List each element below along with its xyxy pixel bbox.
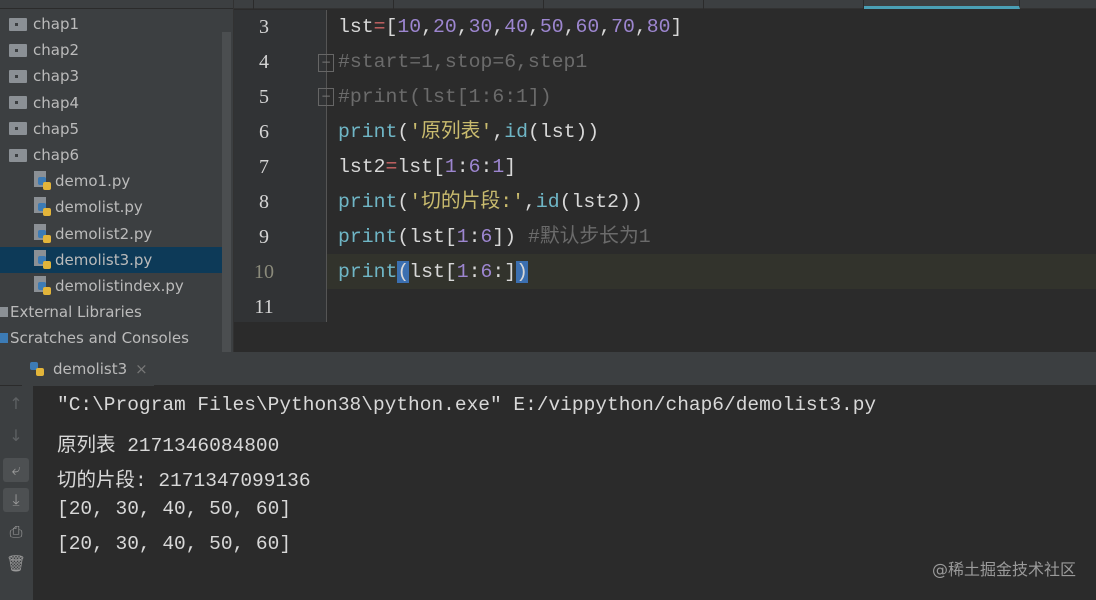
tree-item-label: chap3 bbox=[33, 67, 80, 86]
tree-item-label: demo1.py bbox=[55, 172, 131, 191]
line-number: 7 bbox=[259, 156, 269, 178]
tree-item-label: External Libraries bbox=[10, 303, 142, 322]
python-file-icon bbox=[34, 223, 52, 244]
arrow-up-icon[interactable]: ↑ bbox=[3, 392, 29, 416]
sidebar-scrollbar[interactable] bbox=[222, 32, 231, 352]
run-tab[interactable]: demolist3 × bbox=[22, 352, 154, 386]
code-line: print('原列表',id(lst)) bbox=[338, 121, 600, 143]
tree-node[interactable]: Scratches and Consoles bbox=[0, 325, 222, 351]
trash-icon[interactable]: 🗑 bbox=[3, 552, 29, 576]
tree-folder[interactable]: chap3 bbox=[0, 63, 222, 89]
editor-tab[interactable] bbox=[394, 0, 544, 9]
code-line: #print(lst[1:6:1]) bbox=[338, 86, 552, 108]
editor-tab[interactable] bbox=[254, 0, 394, 9]
python-file-icon bbox=[34, 197, 52, 217]
editor-tabs bbox=[234, 0, 1096, 9]
code-line: lst2=lst[1:6:1] bbox=[338, 156, 517, 178]
tree-item-label: demolistindex.py bbox=[55, 277, 184, 295]
python-file-icon bbox=[34, 276, 52, 296]
tree-folder[interactable]: chap4 bbox=[0, 90, 222, 116]
console-line: [20, 30, 40, 50, 60] bbox=[57, 533, 292, 555]
line-number: 4 bbox=[259, 51, 269, 73]
console-line: 切的片段: 2171347099136 bbox=[57, 470, 311, 492]
library-icon bbox=[0, 307, 8, 318]
line-number: 6 bbox=[259, 121, 269, 143]
run-tool-window-header: demolist3 × bbox=[0, 352, 1096, 386]
tree-item-label: Scratches and Consoles bbox=[10, 329, 189, 348]
line-number: 5 bbox=[259, 86, 269, 108]
scratch-icon bbox=[0, 333, 8, 344]
close-icon[interactable]: × bbox=[135, 360, 148, 378]
tree-folder[interactable]: chap5 bbox=[0, 116, 222, 142]
tree-file[interactable]: demo1.py bbox=[0, 168, 222, 194]
tree-file[interactable]: demolist.py bbox=[0, 194, 222, 220]
python-icon bbox=[28, 359, 50, 379]
fold-icon[interactable]: − bbox=[318, 54, 334, 72]
folder-icon bbox=[9, 96, 27, 110]
line-number: 11 bbox=[254, 296, 274, 318]
code-line: print(lst[1:6]) #默认步长为1 bbox=[338, 226, 651, 248]
tree-item-label: chap5 bbox=[33, 119, 80, 138]
code-line: print(lst[1:6:]) bbox=[338, 261, 528, 283]
folder-icon bbox=[9, 122, 27, 136]
tree-file[interactable]: demolist2.py bbox=[0, 221, 222, 247]
tree-item-label: chap6 bbox=[33, 146, 80, 164]
watermark: @稀土掘金技术社区 bbox=[931, 560, 1076, 579]
folder-icon bbox=[9, 43, 27, 57]
project-toolbar bbox=[0, 0, 233, 9]
editor-tab[interactable] bbox=[704, 0, 864, 9]
line-number: 3 bbox=[259, 16, 269, 38]
tree-file[interactable]: demolist3.py bbox=[0, 246, 222, 273]
tree-item-label: demolist.py bbox=[55, 198, 143, 217]
tree-file[interactable]: demolistindex.py bbox=[0, 273, 222, 299]
tree-folder[interactable]: chap6 bbox=[0, 142, 222, 168]
code-editor[interactable]: 3 4 5 6 7 8 9 10 11 lst=[10,20,30,40,50,60,70,80… bbox=[234, 10, 1096, 352]
tree-item-label: chap4 bbox=[33, 93, 80, 112]
console-toolbar: ↑ ↓ ⤶ ⤓ ⎙ 🗑 bbox=[0, 386, 33, 600]
console-line: "C:\Program Files\Python38\python.exe" E… bbox=[57, 394, 877, 416]
line-gutter: 3 4 5 6 7 8 9 10 11 bbox=[234, 10, 327, 322]
tree-node[interactable]: External Libraries bbox=[0, 299, 222, 325]
soft-wrap-icon[interactable]: ⤶ bbox=[3, 458, 29, 482]
tree-item-label: chap2 bbox=[33, 41, 80, 60]
code-line: lst=[10,20,30,40,50,60,70,80] bbox=[338, 16, 683, 38]
folder-icon bbox=[9, 148, 27, 162]
tree-item-label: demolist2.py bbox=[55, 224, 153, 243]
project-tree: chap1 chap2 chap3 chap4 chap5 chap6 demo1.py de… bbox=[0, 0, 234, 352]
tree-folder[interactable]: chap1 bbox=[0, 11, 222, 37]
run-tab-label: demolist3 bbox=[53, 360, 128, 378]
python-file-icon bbox=[34, 249, 52, 270]
tree-folder[interactable]: chap2 bbox=[0, 37, 222, 63]
code-line: print('切的片段:',id(lst2)) bbox=[338, 191, 643, 213]
editor-tab[interactable] bbox=[234, 0, 254, 9]
print-icon[interactable]: ⎙ bbox=[3, 520, 29, 544]
folder-icon bbox=[9, 69, 27, 83]
line-number: 10 bbox=[254, 261, 274, 283]
editor-tab[interactable] bbox=[544, 0, 704, 9]
tree-item-label: demolist3.py bbox=[55, 250, 153, 269]
editor-tab-active[interactable] bbox=[864, 0, 1020, 9]
console-line: 原列表 2171346084800 bbox=[57, 435, 280, 457]
line-number: 8 bbox=[259, 191, 269, 213]
tree-item-label: chap1 bbox=[33, 15, 80, 33]
fold-icon[interactable]: − bbox=[318, 88, 334, 106]
console-line: [20, 30, 40, 50, 60] bbox=[57, 498, 292, 520]
scroll-to-end-icon[interactable]: ⤓ bbox=[3, 488, 29, 512]
arrow-down-icon[interactable]: ↓ bbox=[3, 424, 29, 448]
folder-icon bbox=[9, 17, 27, 31]
code-line: #start=1,stop=6,step1 bbox=[338, 51, 588, 73]
line-number: 9 bbox=[259, 226, 269, 248]
python-file-icon bbox=[34, 171, 52, 191]
